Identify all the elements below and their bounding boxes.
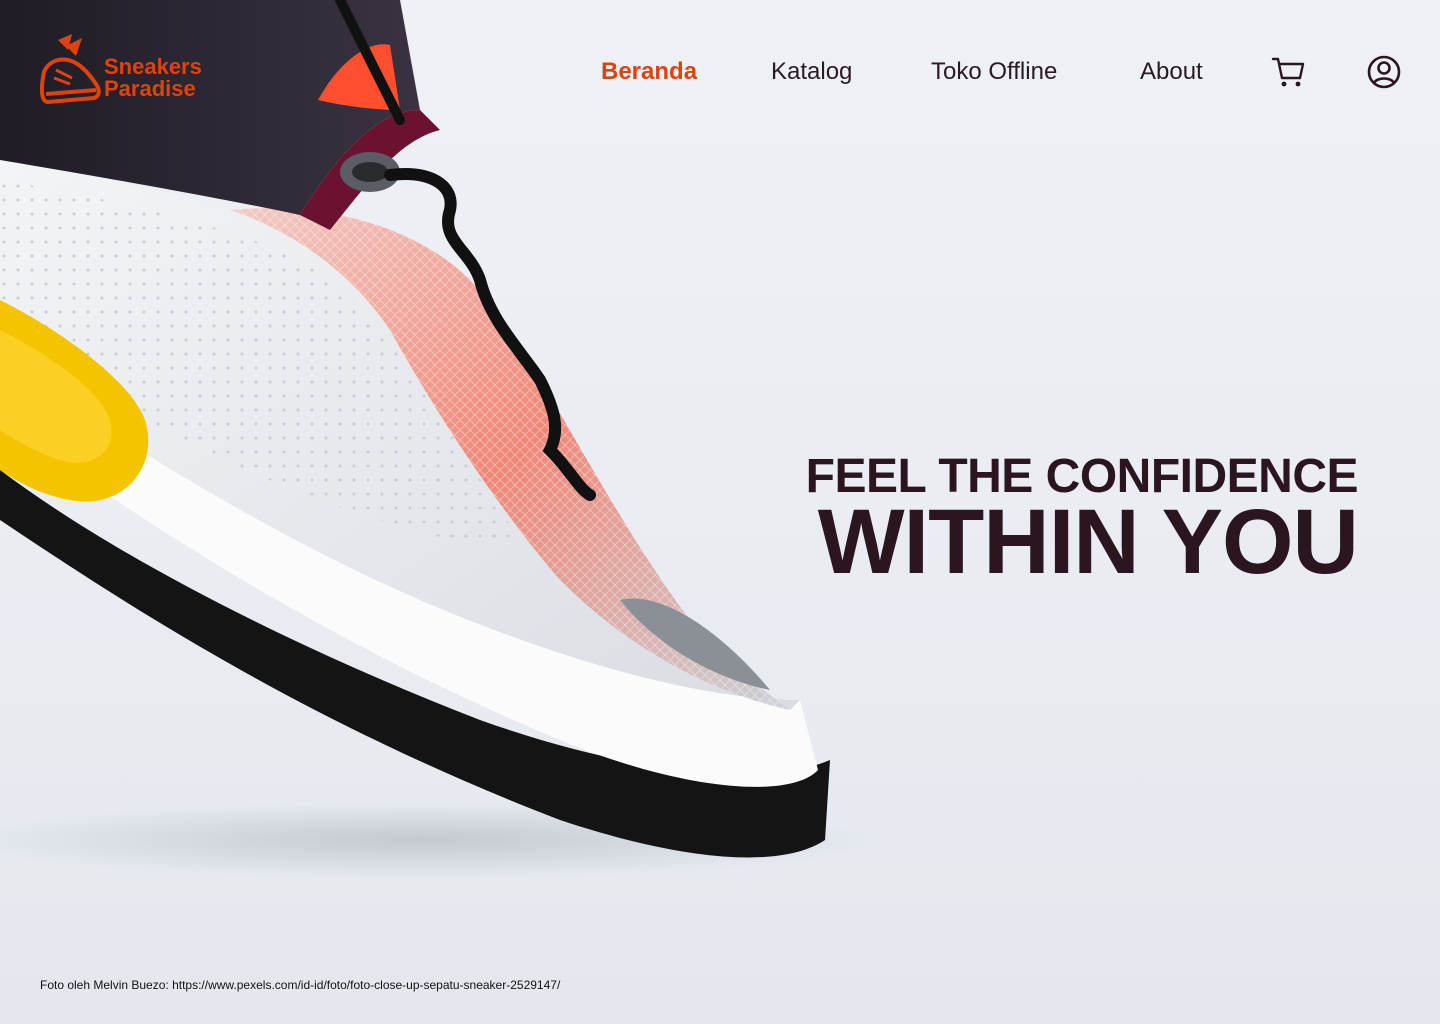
sneaker-hero-image [0, 0, 880, 878]
account-icon[interactable] [1366, 54, 1402, 90]
nav-item-about[interactable]: About [1140, 58, 1203, 86]
nav-item-katalog[interactable]: Katalog [771, 58, 852, 86]
nav-item-beranda[interactable]: Beranda [601, 58, 697, 86]
brand-logo[interactable]: Sneakers Paradise [38, 32, 202, 112]
brand-name-line2: Paradise [104, 76, 196, 101]
brand-name-line1: Sneakers [104, 54, 202, 79]
photo-credit: Foto oleh Melvin Buezo: https://www.pexe… [40, 978, 561, 992]
hero-headline: FEEL THE CONFIDENCE WITHIN YOU [806, 453, 1359, 593]
sneaker-wing-icon [39, 34, 101, 105]
cart-icon[interactable] [1270, 54, 1306, 90]
nav-item-toko-offline[interactable]: Toko Offline [931, 58, 1057, 86]
brand-name: Sneakers Paradise [104, 56, 202, 100]
hero-headline-bottom: WITHIN YOU [817, 491, 1359, 593]
landing-page: Sneakers Paradise Beranda Katalog Toko O… [0, 0, 1440, 1024]
